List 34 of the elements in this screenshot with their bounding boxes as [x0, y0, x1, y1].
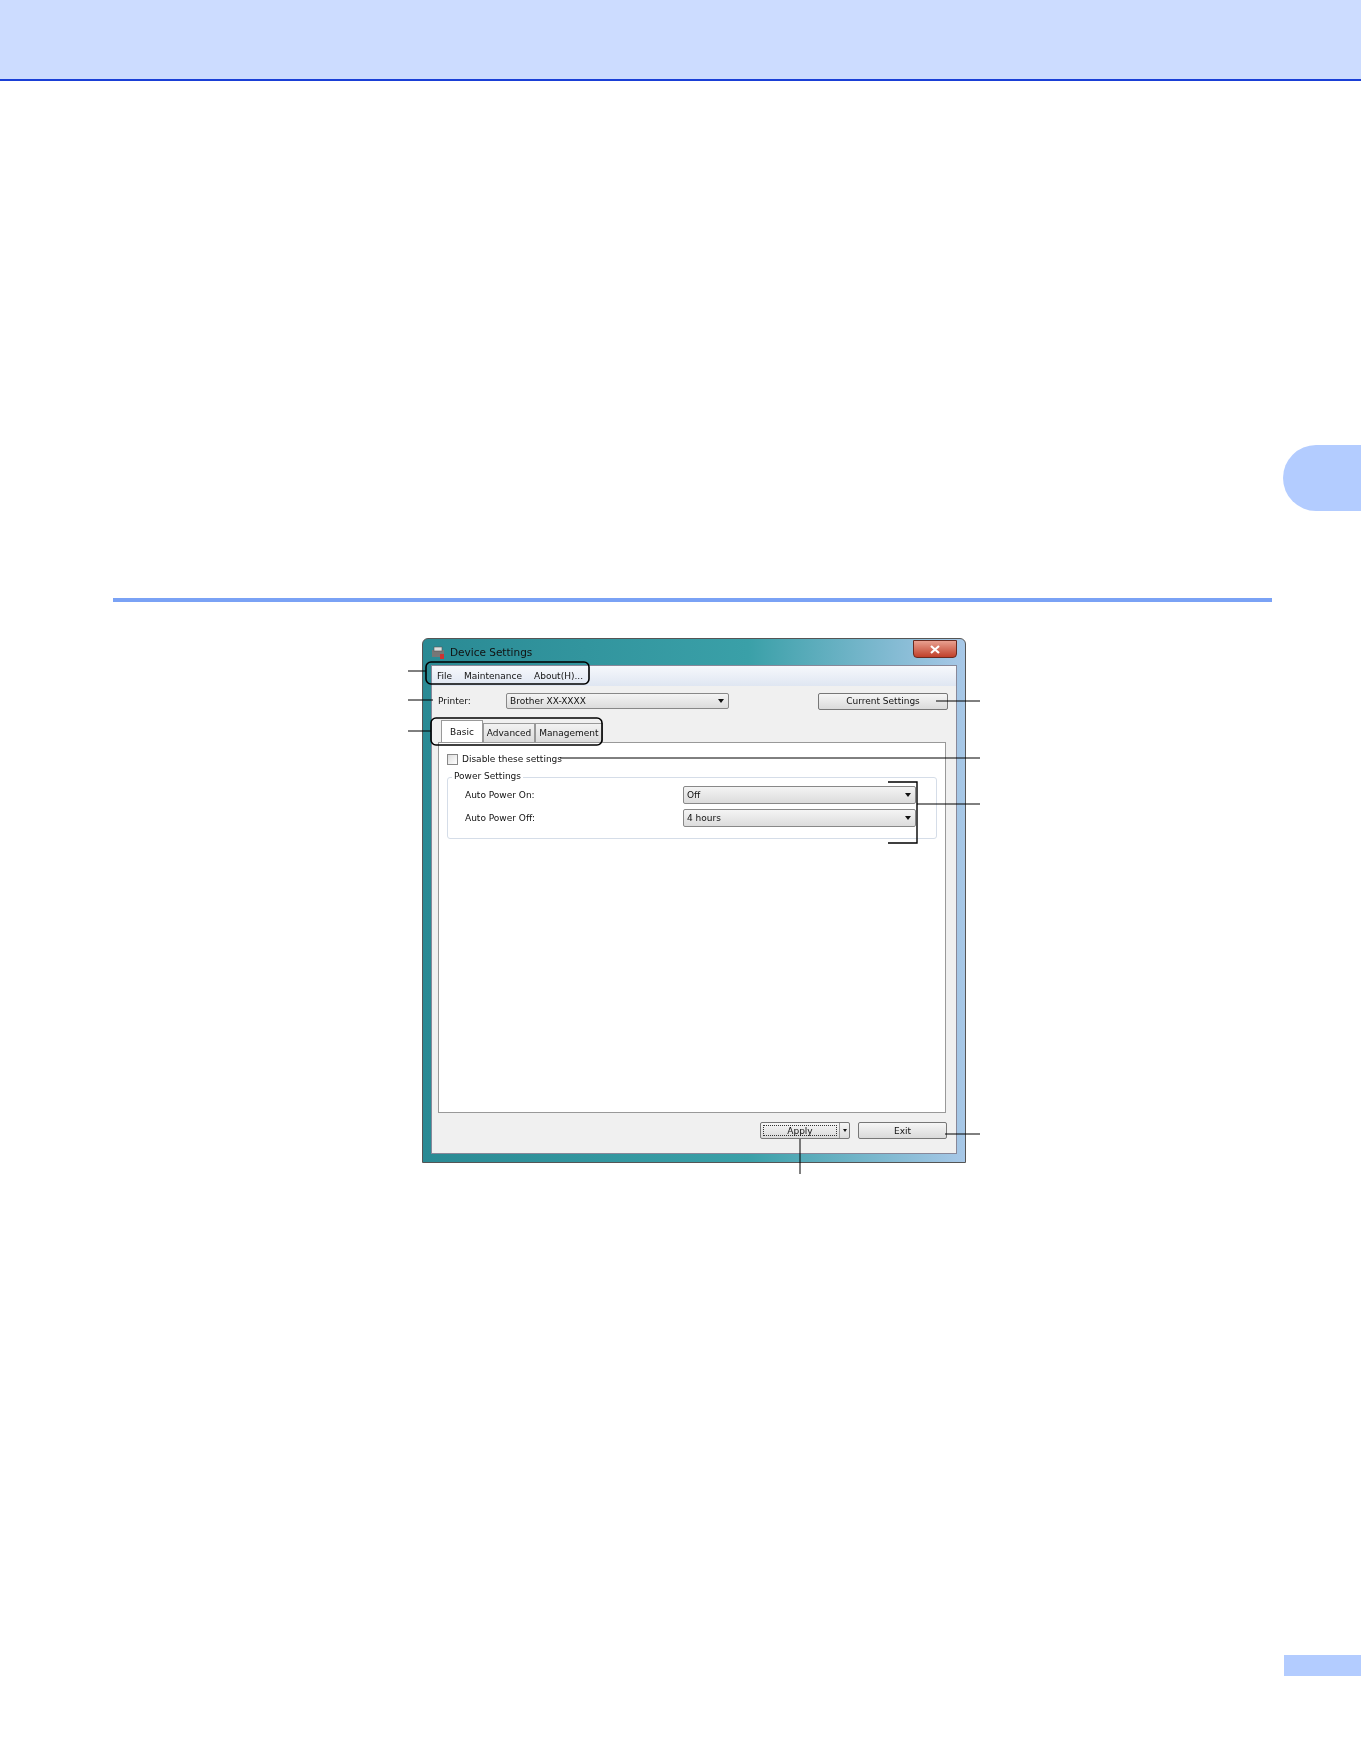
leader-line — [407, 699, 434, 701]
exit-button[interactable]: Exit — [858, 1122, 947, 1139]
checkbox-label: Disable these settings — [462, 754, 562, 764]
field-label: Auto Power On: — [465, 789, 535, 800]
leader-line — [935, 700, 981, 702]
caret-icon — [905, 792, 911, 797]
close-icon — [930, 644, 940, 654]
tab[interactable]: Advanced — [482, 723, 536, 742]
caret-icon — [718, 699, 724, 703]
dropdown[interactable]: 4 hours — [683, 808, 916, 827]
leader-line — [944, 1133, 981, 1135]
group-title: Power Settings — [452, 771, 523, 781]
leader-line — [916, 803, 981, 805]
caret-icon — [842, 1129, 847, 1132]
checkbox[interactable] — [447, 753, 458, 765]
dropdown[interactable]: Off — [683, 785, 916, 804]
leader-line — [407, 730, 432, 732]
field-label: Auto Power Off: — [465, 812, 536, 823]
printer-icon — [431, 645, 445, 659]
tab[interactable]: Basic — [441, 720, 483, 742]
current-settings-button[interactable]: Current Settings — [818, 692, 948, 710]
callout-bracket — [887, 781, 918, 844]
printer-dropdown[interactable]: Brother XX-XXXX — [506, 693, 729, 709]
caret-icon — [905, 815, 911, 820]
leader-line — [407, 670, 427, 672]
printer-label: Printer: — [438, 696, 472, 706]
close-button[interactable] — [913, 640, 957, 658]
menu-item[interactable]: File — [437, 671, 453, 681]
tab[interactable]: Management — [535, 723, 603, 742]
leader-line — [799, 1138, 801, 1175]
apply-button[interactable]: Apply — [760, 1122, 850, 1139]
menu-item[interactable]: Maintenance — [464, 671, 523, 681]
window-title: Device Settings — [450, 646, 533, 658]
menu-item[interactable]: About(H)... — [534, 671, 583, 681]
